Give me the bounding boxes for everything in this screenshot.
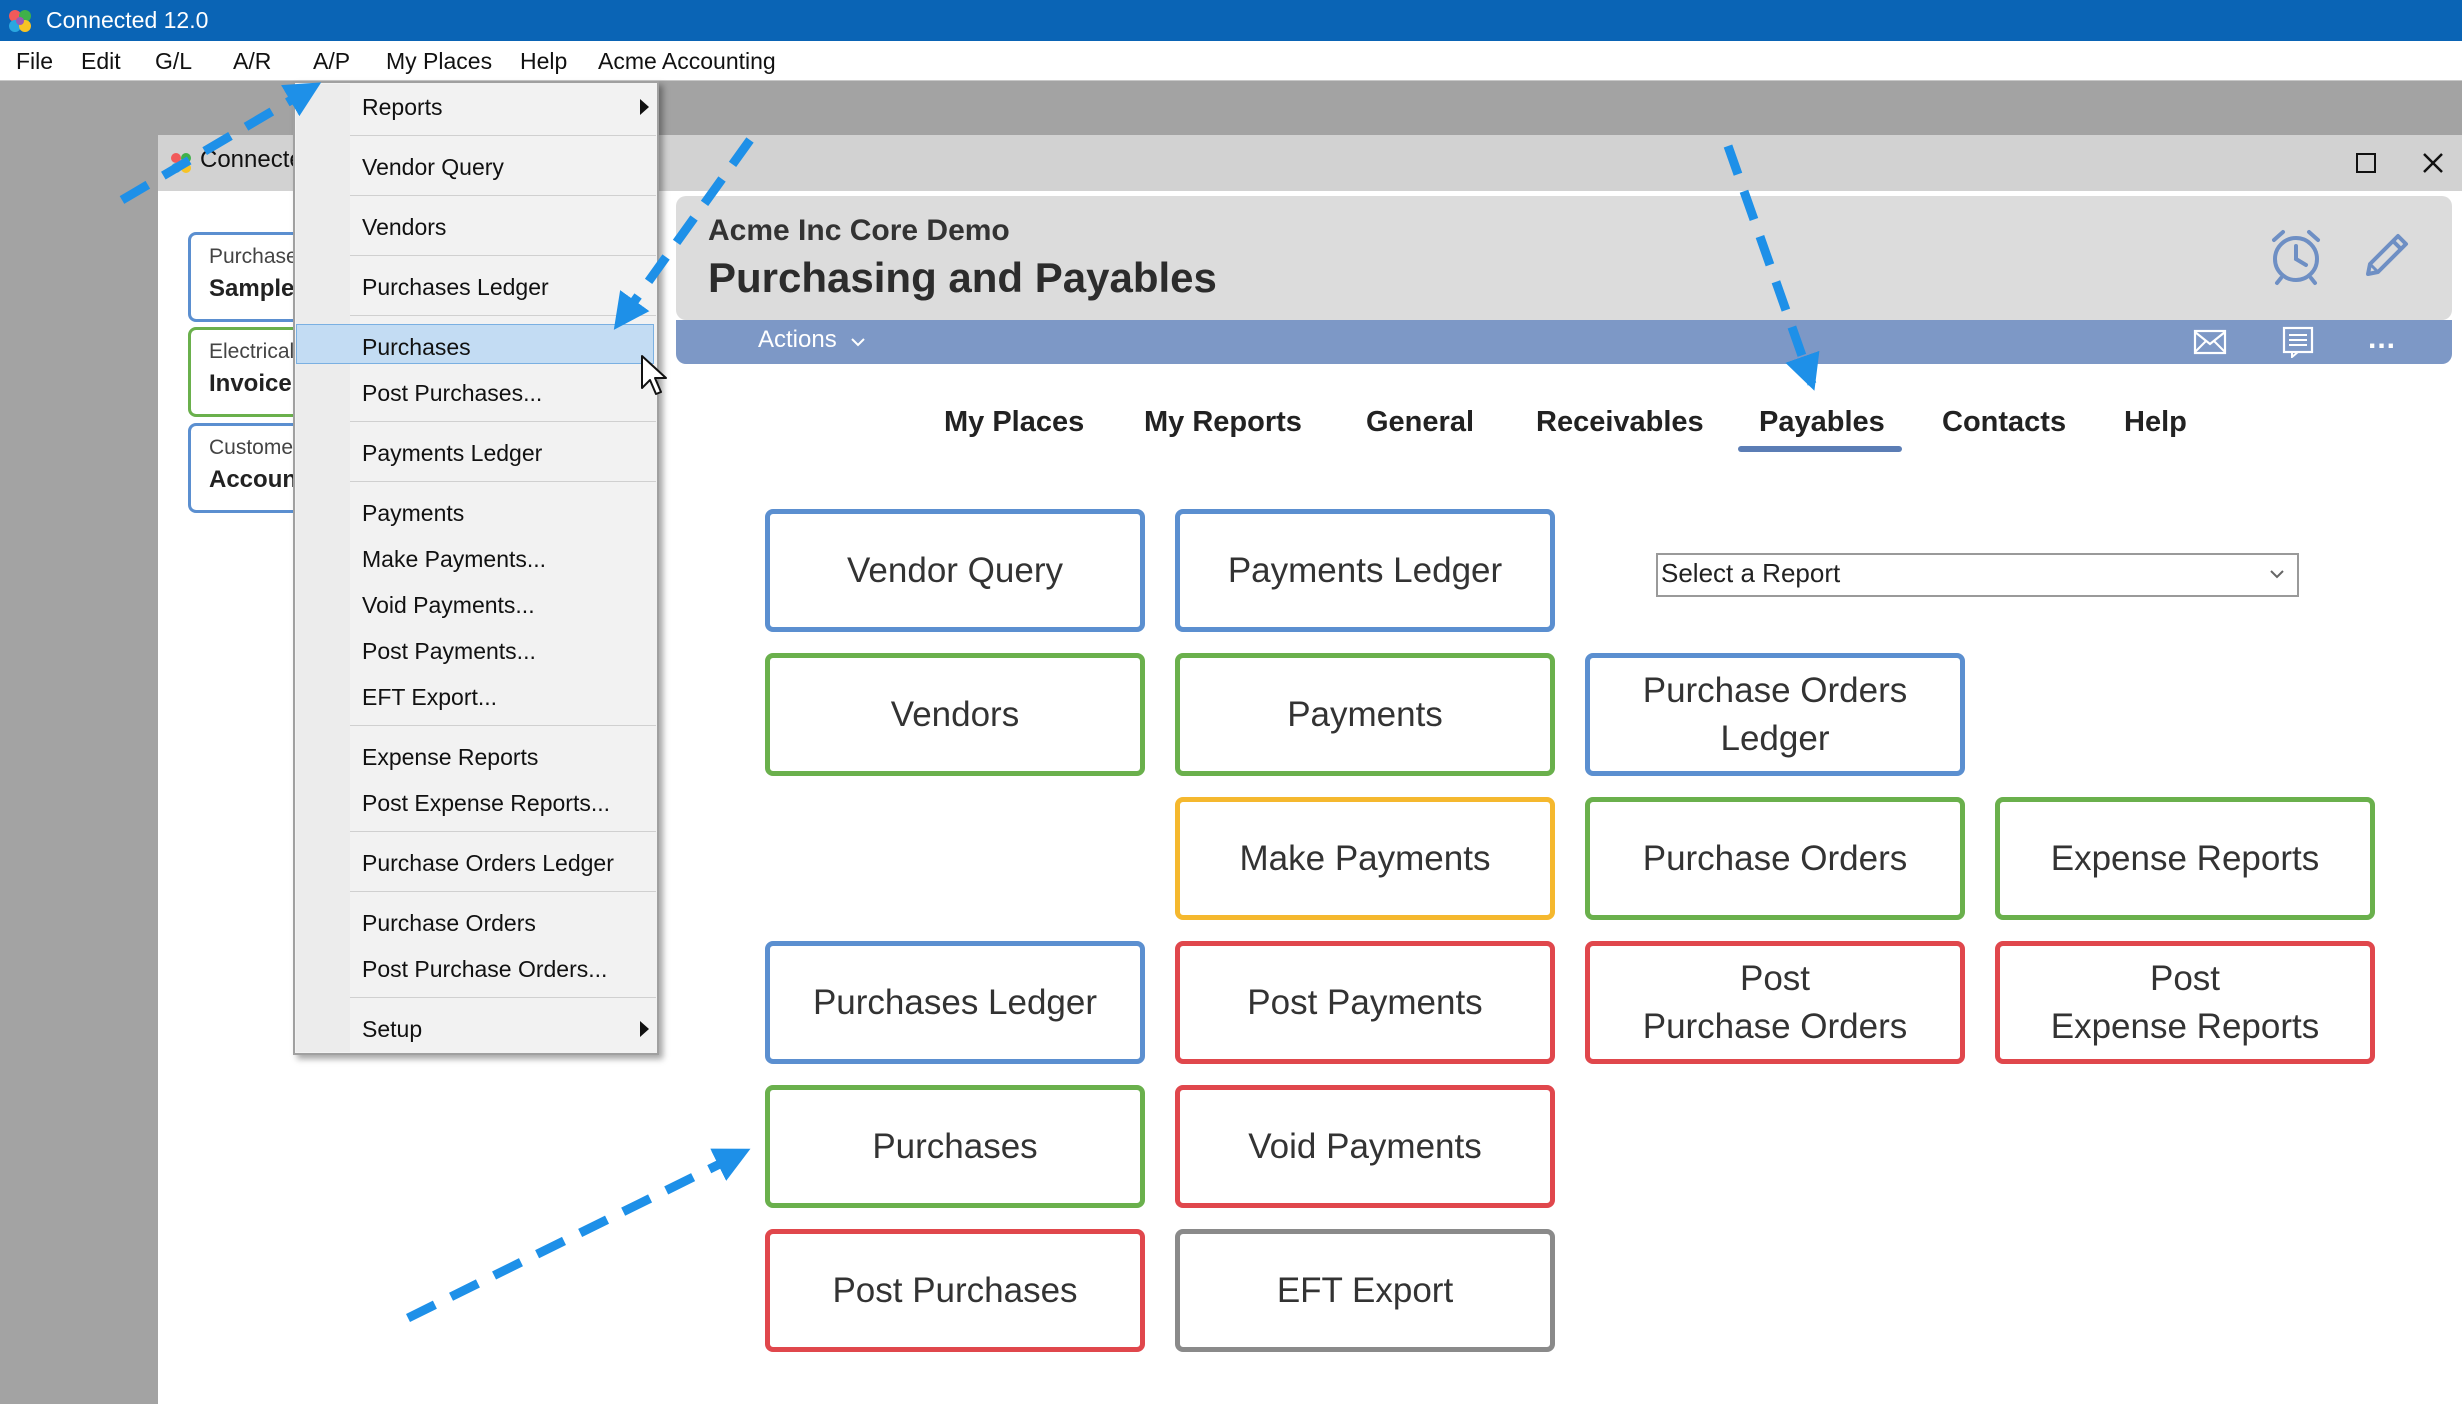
tab-contacts[interactable]: Contacts — [1942, 400, 2066, 444]
child-window-logo-icon — [171, 153, 191, 173]
menu-help[interactable]: Help — [520, 41, 567, 81]
company-name: Acme Inc Core Demo — [708, 214, 1010, 247]
menu-separator — [350, 831, 656, 832]
menu-my-places[interactable]: My Places — [386, 41, 492, 81]
tab-my-places[interactable]: My Places — [944, 400, 1084, 444]
menu-item-setup[interactable]: Setup — [362, 1011, 422, 1047]
tab-help[interactable]: Help — [2124, 400, 2187, 444]
tile-purchases[interactable]: Purchases — [765, 1085, 1145, 1208]
menu-item-payments[interactable]: Payments — [362, 495, 464, 531]
child-window-title: Connecte — [200, 146, 303, 173]
tile-post-payments[interactable]: Post Payments — [1175, 941, 1555, 1064]
menu-separator — [350, 135, 656, 136]
tab-general[interactable]: General — [1366, 400, 1474, 444]
action-bar — [676, 320, 2452, 364]
menu-item-purchases-ledger[interactable]: Purchases Ledger — [362, 269, 549, 305]
place-card-caption: Purchase — [209, 245, 298, 268]
email-icon[interactable] — [2193, 328, 2227, 356]
tile-post-expense-reports[interactable]: Post Expense Reports — [1995, 941, 2375, 1064]
menu-separator — [350, 421, 656, 422]
tile-purchase-orders[interactable]: Purchase Orders — [1585, 797, 1965, 920]
menu-item-void-payments[interactable]: Void Payments... — [362, 587, 535, 623]
menu-acme-accounting[interactable]: Acme Accounting — [598, 41, 776, 81]
chevron-down-icon — [2270, 570, 2284, 579]
maximize-button[interactable] — [2356, 153, 2376, 173]
tile-purchases-ledger[interactable]: Purchases Ledger — [765, 941, 1145, 1064]
menu-item-payments-ledger[interactable]: Payments Ledger — [362, 435, 542, 471]
tile-payments[interactable]: Payments — [1175, 653, 1555, 776]
menu-separator — [350, 725, 656, 726]
menu-separator — [350, 481, 656, 482]
title-bar — [0, 0, 2462, 41]
report-select-value: Select a Report — [1661, 558, 1841, 588]
menu-item-expense-reports[interactable]: Expense Reports — [362, 739, 538, 775]
tile-purchase-orders-ledger[interactable]: Purchase Orders Ledger — [1585, 653, 1965, 776]
alarm-clock-icon[interactable] — [2266, 226, 2326, 286]
menu-edit[interactable]: Edit — [81, 41, 121, 81]
chevron-down-icon — [851, 338, 865, 347]
menu-separator — [350, 195, 656, 196]
menu-item-make-payments[interactable]: Make Payments... — [362, 541, 546, 577]
menu-item-post-purchases[interactable]: Post Purchases... — [362, 375, 542, 411]
menu-item-vendor-query[interactable]: Vendor Query — [362, 149, 504, 185]
more-options-icon[interactable]: ... — [2368, 322, 2396, 356]
menu-item-purchase-orders-ledger[interactable]: Purchase Orders Ledger — [362, 845, 614, 881]
menu-ap[interactable]: A/P — [313, 41, 350, 81]
tile-void-payments[interactable]: Void Payments — [1175, 1085, 1555, 1208]
menu-item-purchase-orders[interactable]: Purchase Orders — [362, 905, 536, 941]
tile-vendors[interactable]: Vendors — [765, 653, 1145, 776]
menu-item-post-payments[interactable]: Post Payments... — [362, 633, 536, 669]
page-title: Purchasing and Payables — [708, 254, 1217, 301]
menu-item-post-purchase-orders[interactable]: Post Purchase Orders... — [362, 951, 607, 987]
place-card-caption: Electrical — [209, 340, 295, 363]
place-card-name: Sample — [209, 275, 295, 302]
menu-highlight — [296, 324, 654, 364]
menu-separator — [350, 255, 656, 256]
tile-post-purchase-orders[interactable]: Post Purchase Orders — [1585, 941, 1965, 1064]
menu-bar: File Edit G/L A/R A/P My Places Help Acm… — [0, 41, 2462, 81]
menu-file[interactable]: File — [16, 41, 53, 81]
tile-vendor-query[interactable]: Vendor Query — [765, 509, 1145, 632]
tab-my-reports[interactable]: My Reports — [1144, 400, 1302, 444]
place-card-name: Invoice — [209, 370, 292, 397]
mouse-cursor-icon — [641, 355, 667, 395]
menu-ar[interactable]: A/R — [233, 41, 271, 81]
close-icon[interactable] — [2416, 146, 2450, 180]
submenu-arrow-icon — [640, 1021, 649, 1037]
menu-icon-gutter — [296, 84, 350, 1052]
tile-eft-export[interactable]: EFT Export — [1175, 1229, 1555, 1352]
place-card-name: Accoun — [209, 466, 298, 493]
submenu-arrow-icon — [640, 99, 649, 115]
menu-item-vendors[interactable]: Vendors — [362, 209, 446, 245]
menu-item-eft-export[interactable]: EFT Export... — [362, 679, 497, 715]
active-tab-indicator — [1738, 446, 1902, 452]
menu-separator — [350, 315, 656, 316]
menu-item-purchases[interactable]: Purchases — [362, 329, 471, 365]
menu-separator — [350, 997, 656, 998]
app-logo-icon — [9, 10, 31, 32]
menu-item-reports[interactable]: Reports — [362, 89, 443, 125]
tab-receivables[interactable]: Receivables — [1536, 400, 1704, 444]
tile-expense-reports[interactable]: Expense Reports — [1995, 797, 2375, 920]
tab-payables[interactable]: Payables — [1759, 400, 1885, 444]
place-card-caption: Customer — [209, 436, 301, 459]
menu-item-post-expense-reports[interactable]: Post Expense Reports... — [362, 785, 610, 821]
tile-post-purchases[interactable]: Post Purchases — [765, 1229, 1145, 1352]
actions-menu-button[interactable]: Actions — [758, 326, 837, 354]
menu-separator — [350, 891, 656, 892]
notes-icon[interactable] — [2281, 326, 2315, 358]
pencil-icon[interactable] — [2356, 226, 2416, 286]
app-title: Connected 12.0 — [46, 7, 209, 33]
tile-payments-ledger[interactable]: Payments Ledger — [1175, 509, 1555, 632]
main-window-title-bar — [658, 135, 2462, 191]
menu-gl[interactable]: G/L — [155, 41, 192, 81]
tile-make-payments[interactable]: Make Payments — [1175, 797, 1555, 920]
